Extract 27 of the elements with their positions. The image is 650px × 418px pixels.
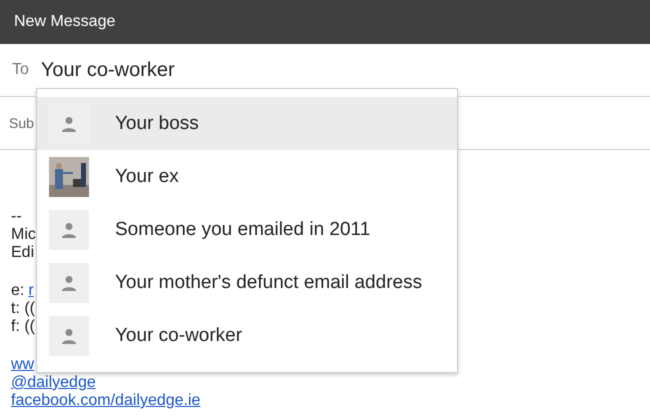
signature-text: t: ((	[11, 300, 35, 318]
signature-text: f: ((	[11, 318, 35, 336]
person-icon	[61, 274, 77, 290]
signature-link[interactable]: @dailyedge	[11, 374, 96, 392]
suggestion-item[interactable]: Someone you emailed in 2011	[37, 203, 457, 256]
subject-label: Sub	[9, 115, 34, 131]
contact-name: Your ex	[115, 166, 179, 188]
signature-link[interactable]: facebook.com/dailyedge.ie	[11, 392, 200, 410]
to-label: To	[12, 61, 29, 79]
contact-name: Your co-worker	[115, 324, 242, 346]
contact-name: Your boss	[115, 112, 199, 134]
person-icon	[61, 328, 77, 344]
signature-text: Mic	[11, 226, 36, 244]
contact-name: Your mother's defunct email address	[115, 272, 422, 294]
person-icon	[61, 116, 77, 132]
person-icon	[61, 222, 77, 238]
signature-link[interactable]: ww	[11, 356, 34, 374]
signature-text: --	[11, 208, 22, 226]
suggestion-item[interactable]: Your ex	[37, 150, 457, 203]
signature-text: e:	[11, 282, 24, 300]
signature-text: Edi	[11, 244, 34, 262]
window-title: New Message	[14, 13, 116, 31]
suggestion-item[interactable]: Your boss	[37, 97, 457, 150]
suggestion-item[interactable]: Your mother's defunct email address	[37, 256, 457, 309]
suggestion-item[interactable]: Your co-worker	[37, 309, 457, 362]
contact-name: Someone you emailed in 2011	[115, 218, 370, 240]
email-link[interactable]: r	[28, 282, 34, 300]
